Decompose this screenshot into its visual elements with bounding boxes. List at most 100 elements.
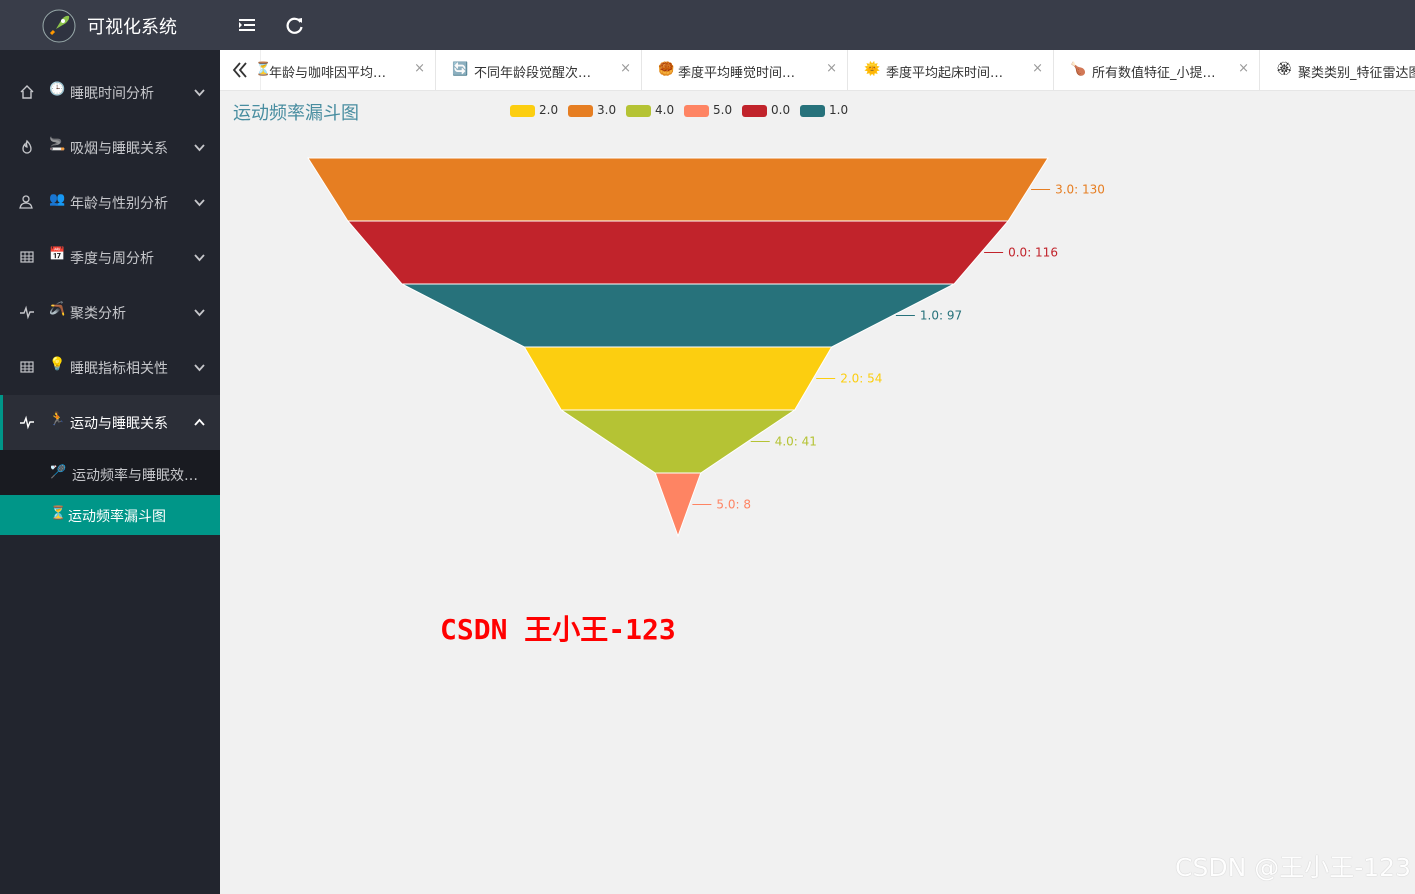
pulse-icon: [20, 305, 34, 320]
sidebar-item-label: 运动与睡眠关系: [70, 416, 168, 432]
menu-toggle-icon[interactable]: [236, 14, 258, 36]
funnel-data-label: 2.0: 54: [840, 372, 882, 386]
chevron-down-icon: [194, 254, 205, 262]
chevron-down-icon: [194, 199, 205, 207]
logo-area: 可视化系统: [0, 0, 220, 50]
funnel-segment-1-0[interactable]: [401, 283, 955, 348]
hourglass-icon: ⏳: [50, 506, 67, 521]
sidebar: 🕒 睡眠时间分析 🚬 吸烟与睡眠关系 👥 年龄与性别分析 📅 季度与周分析 🪃 …: [0, 50, 220, 894]
legend-swatch: [800, 105, 825, 117]
chevron-down-icon: [194, 144, 205, 152]
funnel-data-label: 4.0: 41: [775, 435, 817, 449]
refresh-box-icon: 🔄: [452, 62, 469, 77]
legend-swatch: [568, 105, 593, 117]
boomerang-icon: 🪃: [49, 302, 66, 317]
main-content: 3.0: 130 0.0: 116 1.0: 97 2.0: 54 4.0: 41 5.0…: [220, 91, 1415, 894]
close-icon[interactable]: ×: [414, 61, 425, 76]
tab-season-bedtime[interactable]: 🥮 季度平均睡觉时间柱状图 ×: [642, 50, 848, 90]
submenu-exercise: 🏸 运动频率与睡眠效率分析 ⏳ 运动频率漏斗图: [0, 450, 220, 535]
sidebar-item-correlation[interactable]: 💡 睡眠指标相关性: [0, 340, 220, 395]
clock-icon: 🕒: [49, 82, 66, 97]
sidebar-item-label: 聚类分析: [70, 306, 126, 322]
cigarette-icon: 🚬: [49, 137, 66, 152]
submenu-item-label: 运动频率漏斗图: [68, 509, 166, 525]
rocket-icon: [42, 9, 76, 43]
grid-icon: [20, 251, 34, 263]
calendar-icon: 📅: [49, 247, 66, 262]
funnel-segment-3-0[interactable]: [307, 157, 1049, 222]
tabs-bar: ⏳ 年龄与咖啡因平均摄入量 × 🔄 不同年龄段觉醒次数分析 × 🥮 季度平均睡觉…: [220, 50, 1415, 91]
chevron-down-icon: [194, 89, 205, 97]
sidebar-item-season-week[interactable]: 📅 季度与周分析: [0, 230, 220, 285]
sidebar-item-exercise[interactable]: 🏃 运动与睡眠关系: [0, 395, 220, 450]
close-icon[interactable]: ×: [1238, 61, 1249, 76]
tab-label: 季度平均起床时间折线图: [886, 66, 1014, 81]
tab-age-awakenings[interactable]: 🔄 不同年龄段觉醒次数分析 ×: [436, 50, 642, 90]
funnel-chart: 3.0: 130 0.0: 116 1.0: 97 2.0: 54 4.0: 41 5.0…: [307, 157, 1105, 538]
legend-swatch: [742, 105, 767, 117]
close-icon[interactable]: ×: [1032, 61, 1043, 76]
home-icon: [20, 85, 34, 99]
sidebar-item-label: 吸烟与睡眠关系: [70, 141, 168, 157]
funnel-segment-2-0[interactable]: [523, 346, 833, 411]
bulb-icon: 💡: [49, 357, 66, 372]
mooncake-icon: 🥮: [658, 62, 675, 77]
legend-swatch: [626, 105, 651, 117]
chart-title: 运动频率漏斗图: [233, 103, 359, 124]
legend-label: 2.0: [539, 103, 559, 117]
double-chevron-left-icon: [232, 62, 247, 78]
sun-icon: 🌞: [864, 62, 881, 77]
people-icon: 👥: [49, 192, 66, 207]
chevron-down-icon: [194, 309, 205, 317]
refresh-icon[interactable]: [284, 14, 306, 36]
tab-label: 年龄与咖啡因平均摄入量: [269, 66, 397, 81]
sidebar-item-label: 睡眠时间分析: [70, 86, 154, 102]
funnel-data-label: 0.0: 116: [1008, 246, 1058, 260]
legend-label: 5.0: [713, 103, 733, 117]
legend-swatch: [684, 105, 709, 117]
submenu-item-frequency-funnel[interactable]: ⏳ 运动频率漏斗图: [0, 495, 220, 535]
tab-season-waketime[interactable]: 🌞 季度平均起床时间折线图 ×: [848, 50, 1054, 90]
funnel-data-label: 3.0: 130: [1055, 183, 1105, 197]
close-icon[interactable]: ×: [620, 61, 631, 76]
app-title: 可视化系统: [87, 17, 177, 38]
pulse-icon: [20, 415, 34, 430]
funnel-segment-0-0[interactable]: [346, 220, 1010, 285]
submenu-item-label: 运动频率与睡眠效率分析: [72, 468, 204, 484]
top-header: 可视化系统: [0, 0, 1415, 50]
rosette-icon: 🏵: [1276, 62, 1293, 77]
active-accent-bar: [0, 395, 3, 450]
legend-label: 4.0: [655, 103, 675, 117]
sidebar-item-cluster[interactable]: 🪃 聚类分析: [0, 285, 220, 340]
sidebar-item-smoking[interactable]: 🚬 吸烟与睡眠关系: [0, 120, 220, 175]
fire-icon: [22, 139, 32, 154]
watermark-grey: CSDN @王小王-123: [1175, 853, 1411, 882]
submenu-item-frequency-efficiency[interactable]: 🏸 运动频率与睡眠效率分析: [0, 454, 220, 494]
close-icon[interactable]: ×: [826, 61, 837, 76]
sidebar-item-age-gender[interactable]: 👥 年龄与性别分析: [0, 175, 220, 230]
sidebar-item-sleep-time[interactable]: 🕒 睡眠时间分析: [0, 65, 220, 120]
grid-icon: [20, 361, 34, 373]
tab-cluster-radar[interactable]: 🏵 聚类类别_特征雷达图: [1260, 50, 1415, 90]
badminton-icon: 🏸: [50, 465, 67, 480]
tab-label: 聚类类别_特征雷达图: [1298, 66, 1415, 81]
legend-label: 0.0: [771, 103, 791, 117]
chevron-up-icon: [194, 418, 205, 426]
tab-label: 不同年龄段觉醒次数分析: [474, 66, 602, 81]
runner-icon: 🏃: [49, 412, 66, 427]
legend-label: 1.0: [829, 103, 849, 117]
tab-label: 所有数值特征_小提琴图: [1092, 66, 1220, 81]
sidebar-item-label: 年龄与性别分析: [70, 196, 168, 212]
user-icon: [19, 195, 33, 209]
chevron-down-icon: [194, 364, 205, 372]
funnel-data-label: 1.0: 97: [920, 309, 962, 323]
funnel-data-label: 5.0: 8: [716, 498, 751, 512]
tab-label: 季度平均睡觉时间柱状图: [678, 66, 806, 81]
tab-age-caffeine[interactable]: ⏳ 年龄与咖啡因平均摄入量 ×: [255, 50, 436, 90]
legend-label: 3.0: [597, 103, 617, 117]
drumstick-icon: 🍗: [1070, 62, 1087, 77]
legend-swatch: [510, 105, 535, 117]
sidebar-item-label: 睡眠指标相关性: [70, 361, 168, 377]
tab-violin[interactable]: 🍗 所有数值特征_小提琴图 ×: [1054, 50, 1260, 90]
watermark-red: CSDN 王小王-123: [440, 613, 676, 646]
